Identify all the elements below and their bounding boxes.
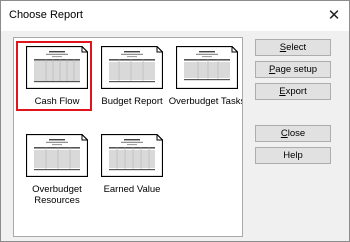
- report-label: Budget Report: [101, 96, 163, 107]
- cash-flow-thumbnail: [26, 46, 88, 89]
- close-icon[interactable]: ✕: [319, 1, 349, 31]
- report-label: Earned Value: [103, 184, 161, 195]
- close-button[interactable]: Close: [255, 125, 331, 142]
- report-item-overbudget-tasks[interactable]: Overbudget Tasks: [169, 46, 242, 116]
- report-item-cash-flow[interactable]: Cash Flow: [16, 41, 94, 116]
- report-label: Overbudget Tasks: [168, 96, 243, 107]
- report-label: Cash Flow: [34, 96, 80, 107]
- report-item-budget-report[interactable]: Budget Report: [95, 46, 169, 116]
- report-item-earned-value[interactable]: Earned Value: [95, 134, 169, 204]
- help-button[interactable]: Help: [255, 147, 331, 164]
- choose-report-dialog: Choose Report ✕ Cash Flow Budget Report …: [0, 0, 350, 242]
- report-item-overbudget-resources[interactable]: Overbudget Resources: [20, 134, 94, 206]
- overbudget-tasks-thumbnail: [176, 46, 238, 89]
- overbudget-resources-thumbnail: [26, 134, 88, 177]
- report-list: Cash Flow Budget Report Overbudget Tasks…: [13, 37, 243, 237]
- page-setup-button[interactable]: Page setup: [255, 61, 331, 78]
- budget-report-thumbnail: [101, 46, 163, 89]
- select-button[interactable]: Select: [255, 39, 331, 56]
- dialog-title: Choose Report: [9, 9, 83, 21]
- report-label: Overbudget Resources: [32, 184, 82, 206]
- earned-value-thumbnail: [101, 134, 163, 177]
- export-button[interactable]: Export: [255, 83, 331, 100]
- title-bar: Choose Report ✕: [1, 1, 349, 31]
